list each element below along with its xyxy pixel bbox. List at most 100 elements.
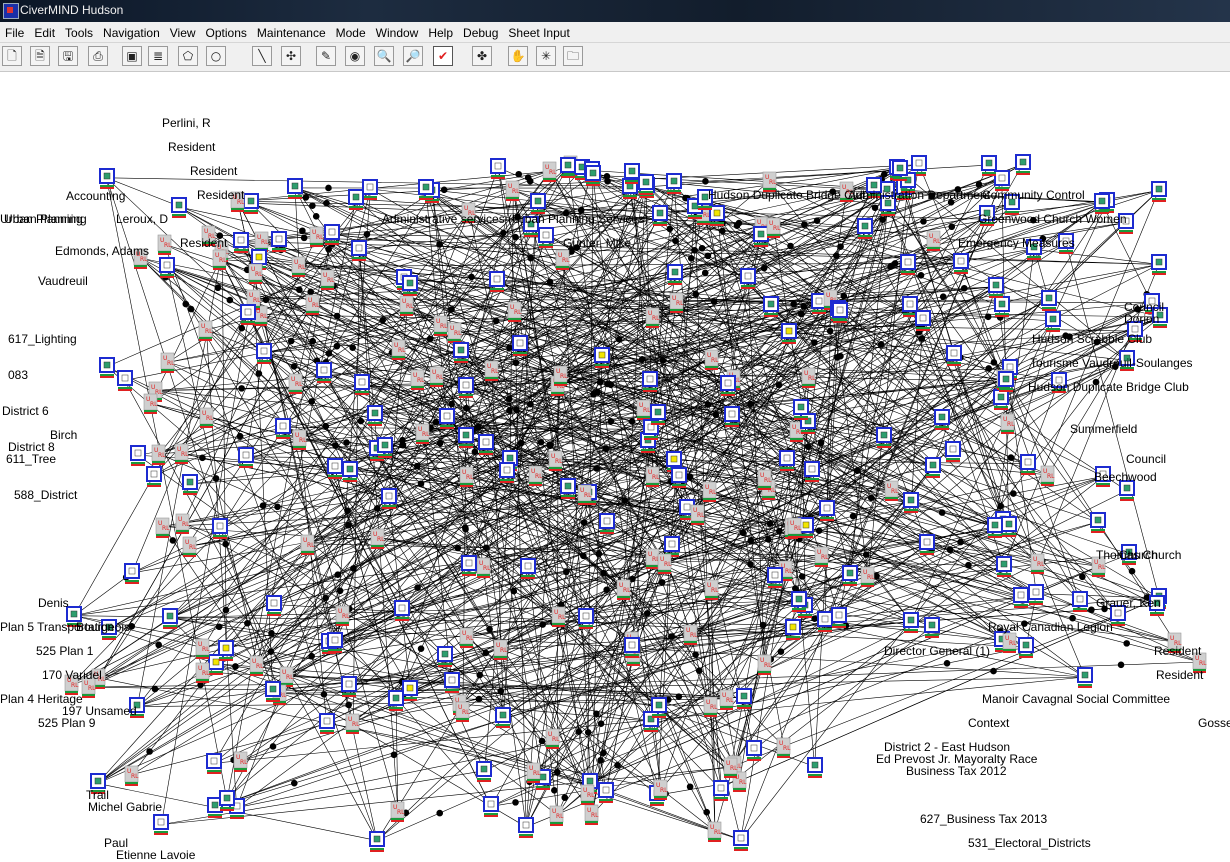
concept-node-icon[interactable]: [319, 713, 335, 734]
concept-node-icon[interactable]: [819, 500, 835, 521]
concept-node-icon[interactable]: [832, 302, 848, 323]
concept-node-icon[interactable]: [1001, 516, 1017, 537]
concept-node-icon[interactable]: [560, 157, 576, 178]
node-label[interactable]: Paul: [104, 836, 128, 850]
concept-node-icon[interactable]: [219, 790, 235, 811]
concept-node-icon[interactable]: [124, 563, 140, 584]
concept-node-icon[interactable]: [367, 405, 383, 426]
concept-node-icon[interactable]: [538, 227, 554, 248]
concept-node-icon[interactable]: [256, 343, 272, 364]
open-document-icon[interactable]: 🗎: [30, 46, 50, 66]
concept-node-icon[interactable]: [915, 310, 931, 331]
url-node-icon[interactable]: URL: [143, 393, 158, 414]
concept-node-icon[interactable]: [585, 165, 601, 186]
node-label[interactable]: 525 Plan 1: [36, 644, 94, 658]
url-node-icon[interactable]: URL: [636, 399, 651, 420]
node-label[interactable]: Gunter, Mike: [563, 236, 631, 250]
url-node-icon[interactable]: URL: [704, 579, 719, 600]
url-node-icon[interactable]: URL: [433, 315, 448, 336]
menu-edit[interactable]: Edit: [29, 24, 60, 40]
concept-node-icon[interactable]: [804, 461, 820, 482]
url-node-icon[interactable]: URL: [175, 513, 190, 534]
node-label[interactable]: 525 Plan 9: [38, 716, 96, 730]
concept-node-icon[interactable]: [946, 345, 962, 366]
concept-node-icon[interactable]: [666, 173, 682, 194]
url-node-icon[interactable]: URL: [195, 638, 210, 659]
concept-node-icon[interactable]: [763, 296, 779, 317]
node-label[interactable]: Urban Planning: [0, 212, 83, 226]
concept-node-icon[interactable]: [953, 253, 969, 274]
node-label[interactable]: Manoir Cavagnal Social Committee: [982, 692, 1170, 706]
concept-node-icon[interactable]: [713, 780, 729, 801]
concept-node-icon[interactable]: [1045, 311, 1061, 332]
url-node-icon[interactable]: URL: [198, 320, 213, 341]
url-node-icon[interactable]: URL: [195, 662, 210, 683]
url-node-icon[interactable]: URL: [704, 349, 719, 370]
url-node-icon[interactable]: URL: [447, 322, 462, 343]
concept-node-icon[interactable]: [275, 418, 291, 439]
node-label[interactable]: District 6: [2, 404, 49, 418]
node-label[interactable]: 170 Varidel: [42, 668, 102, 682]
concept-node-icon[interactable]: [924, 617, 940, 638]
concept-node-icon[interactable]: [490, 158, 506, 179]
concept-node-icon[interactable]: [418, 179, 434, 200]
url-node-icon[interactable]: URL: [542, 161, 557, 182]
url-node-icon[interactable]: URL: [1002, 632, 1017, 653]
concept-node-icon[interactable]: [348, 189, 364, 210]
concept-node-icon[interactable]: [453, 342, 469, 363]
concept-node-icon[interactable]: [642, 371, 658, 392]
zoom-out-icon[interactable]: 🔍: [374, 46, 394, 66]
concept-node-icon[interactable]: [667, 264, 683, 285]
node-label[interactable]: Vaudreuil: [38, 274, 88, 288]
url-node-icon[interactable]: URL: [399, 295, 414, 316]
concept-node-icon[interactable]: [724, 406, 740, 427]
node-label[interactable]: Royal Canadian Legion: [988, 620, 1113, 634]
concept-node-icon[interactable]: [130, 445, 146, 466]
url-node-icon[interactable]: URL: [124, 765, 139, 786]
node-label[interactable]: Beechwood: [1094, 470, 1157, 484]
concept-node-icon[interactable]: [903, 492, 919, 513]
concept-node-icon[interactable]: [146, 466, 162, 487]
node-label[interactable]: 588_District: [14, 488, 78, 502]
concept-node-icon[interactable]: [240, 304, 256, 325]
concept-node-icon[interactable]: [458, 427, 474, 448]
concept-node-icon[interactable]: [1028, 584, 1044, 605]
hand-pan-icon[interactable]: ✋: [508, 46, 528, 66]
url-node-icon[interactable]: URL: [288, 373, 303, 394]
concept-node-icon[interactable]: [518, 817, 534, 838]
menu-view[interactable]: View: [165, 24, 201, 40]
concept-node-icon[interactable]: [831, 607, 847, 628]
node-label[interactable]: Hudson Duplicate Bridge Club: [708, 188, 869, 202]
url-node-icon[interactable]: URL: [776, 737, 791, 758]
url-node-icon[interactable]: URL: [174, 443, 189, 464]
menu-debug[interactable]: Debug: [458, 24, 503, 40]
url-node-icon[interactable]: URL: [766, 217, 781, 238]
node-label[interactable]: Bourgeois: [76, 620, 130, 634]
draw-line-icon[interactable]: ╲: [252, 46, 272, 66]
concept-node-icon[interactable]: [402, 275, 418, 296]
url-node-icon[interactable]: URL: [1040, 465, 1055, 486]
zoom-in-icon[interactable]: 🔎: [403, 46, 423, 66]
menu-sheet-input[interactable]: Sheet Input: [503, 24, 574, 40]
url-node-icon[interactable]: URL: [320, 269, 335, 290]
url-node-icon[interactable]: URL: [199, 407, 214, 428]
concept-node-icon[interactable]: [638, 174, 654, 195]
edit-node-icon[interactable]: ✎: [316, 46, 336, 66]
concept-node-icon[interactable]: [1041, 290, 1057, 311]
url-node-icon[interactable]: URL: [814, 546, 829, 567]
node-label[interactable]: 617_Lighting: [8, 332, 77, 346]
concept-node-icon[interactable]: [793, 399, 809, 420]
url-node-icon[interactable]: URL: [719, 689, 734, 710]
url-node-icon[interactable]: URL: [653, 779, 668, 800]
concept-node-icon[interactable]: [117, 370, 133, 391]
url-node-icon[interactable]: URL: [292, 429, 307, 450]
concept-node-icon[interactable]: [988, 277, 1004, 298]
node-label[interactable]: Emergency Measures: [958, 236, 1075, 250]
concept-node-icon[interactable]: [857, 218, 873, 239]
note-icon[interactable]: ≣: [148, 46, 168, 66]
url-node-icon[interactable]: URL: [787, 517, 802, 538]
concept-node-icon[interactable]: [171, 197, 187, 218]
url-node-icon[interactable]: URL: [182, 536, 197, 557]
concept-node-icon[interactable]: [439, 408, 455, 429]
node-label[interactable]: Dorion: [1124, 312, 1159, 326]
